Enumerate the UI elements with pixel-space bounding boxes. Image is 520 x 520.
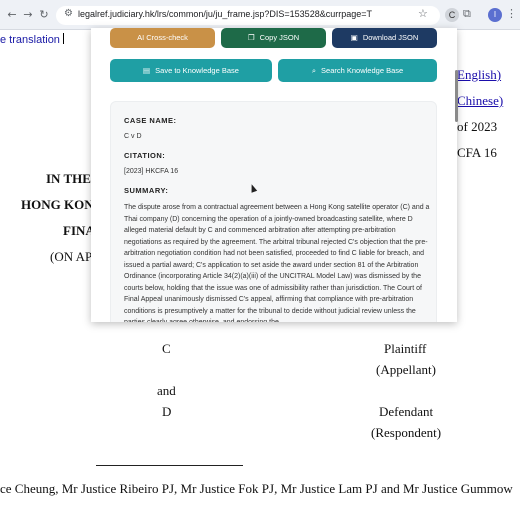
download-json-button[interactable]: ▣ Download JSON <box>332 28 437 48</box>
case-details-card: CASE NAME: C v D CITATION: [2023] HKCFA … <box>110 101 437 322</box>
search-knowledge-base-button[interactable]: ⌕ Search Knowledge Base <box>278 59 437 82</box>
link-chinese[interactable]: Chinese) <box>457 93 503 109</box>
text-cursor <box>62 33 64 44</box>
role-plaintiff: Plaintiff <box>384 341 427 356</box>
summary-label: SUMMARY: <box>124 186 169 195</box>
citation-value: [2023] HKCFA 16 <box>124 168 179 175</box>
heading-in-the: IN THE <box>46 171 91 186</box>
search-icon: ⌕ <box>311 66 317 75</box>
url-text[interactable]: legalref.judiciary.hk/lrs/common/ju/ju_f… <box>78 9 372 19</box>
heading-hong-kong: HONG KON <box>21 197 94 212</box>
ai-crosscheck-label: AI Cross-check <box>137 33 188 42</box>
case-year: of 2023 <box>457 119 498 134</box>
citation-label: CITATION: <box>124 151 166 160</box>
party-d: D <box>162 404 172 419</box>
back-icon[interactable]: ← <box>4 7 20 23</box>
save-knowledge-base-button[interactable]: ▤ Save to Knowledge Base <box>110 59 272 82</box>
and-text: and <box>157 383 176 398</box>
divider <box>96 465 243 466</box>
extension-icon[interactable]: C <box>445 8 459 22</box>
case-name-value: C v D <box>124 133 142 140</box>
translation-input[interactable]: e translation <box>0 33 64 46</box>
extensions-puzzle-icon[interactable]: ⧉ <box>463 7 471 21</box>
party-c: C <box>162 341 171 356</box>
role-appellant: (Appellant) <box>376 362 436 377</box>
browser-toolbar: ← → ↻ ⚙ legalref.judiciary.hk/lrs/common… <box>0 0 520 30</box>
search-kb-label: Search Knowledge Base <box>321 66 404 75</box>
case-extractor-panel: AI Cross-check ❐ Copy JSON ▣ Download JSON… <box>91 28 457 322</box>
ai-crosscheck-button[interactable]: AI Cross-check <box>110 28 215 48</box>
coram-line: ce Cheung, Mr Justice Ribeiro PJ, Mr Jus… <box>0 481 513 496</box>
summary-text: The dispute arose from a contractual agr… <box>124 204 430 322</box>
save-kb-label: Save to Knowledge Base <box>155 66 239 75</box>
download-icon: ▣ <box>350 33 358 42</box>
address-bar[interactable]: ⚙ legalref.judiciary.hk/lrs/common/ju/ju… <box>56 6 440 25</box>
reload-icon[interactable]: ↻ <box>36 7 52 23</box>
forward-icon[interactable]: → <box>20 7 36 23</box>
copy-icon: ❐ <box>247 33 255 42</box>
heading-final: FINA <box>63 223 95 238</box>
translation-label: e translation <box>0 34 60 46</box>
copy-json-label: Copy JSON <box>259 33 300 42</box>
bookmark-star-icon[interactable]: ☆ <box>418 7 428 20</box>
site-info-icon[interactable]: ⚙ <box>64 8 73 19</box>
link-english[interactable]: English) <box>457 67 501 83</box>
download-json-label: Download JSON <box>362 33 419 42</box>
role-respondent: (Respondent) <box>371 425 442 440</box>
menu-icon[interactable]: ⋮ <box>506 7 517 20</box>
case-name-label: CASE NAME: <box>124 116 177 125</box>
profile-avatar[interactable]: I <box>488 8 502 22</box>
books-icon: ▤ <box>143 66 151 75</box>
role-defendant: Defendant <box>379 404 434 419</box>
copy-json-button[interactable]: ❐ Copy JSON <box>221 28 326 48</box>
page-scrollbar[interactable] <box>455 70 458 122</box>
heading-on-appeal: (ON AP <box>50 249 93 264</box>
case-number: CFA 16 <box>457 145 497 160</box>
